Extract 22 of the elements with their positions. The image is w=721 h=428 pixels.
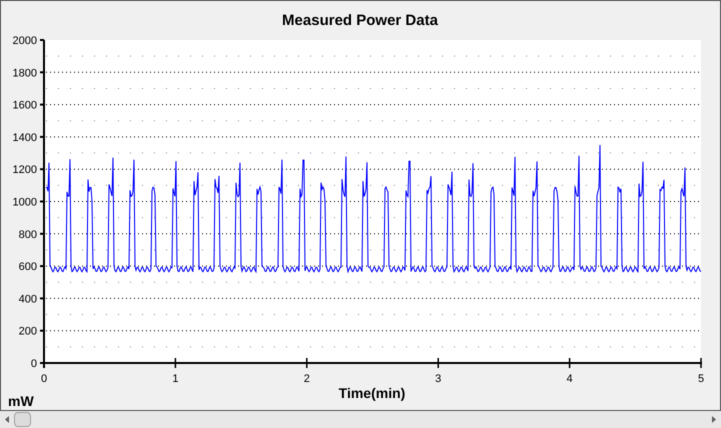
- horizontal-scrollbar[interactable]: [0, 411, 721, 428]
- y-tick-label: 1800: [12, 67, 37, 80]
- y-tick-label: 0: [30, 358, 37, 370]
- x-tick-label: 5: [698, 373, 704, 385]
- x-tick-label: 4: [566, 373, 573, 385]
- y-tick-label: 400: [18, 293, 37, 306]
- x-tick-label: 3: [435, 373, 442, 385]
- y-tick-label: 1600: [12, 100, 37, 112]
- y-tick-label: 200: [18, 326, 37, 338]
- y-tick-label: 800: [18, 228, 37, 241]
- y-tick-label: 2000: [12, 35, 37, 47]
- y-tick-label: 600: [18, 261, 37, 274]
- x-tick-label: 1: [172, 373, 178, 385]
- x-tick-label: 0: [40, 373, 48, 385]
- scrollbar-thumb[interactable]: [14, 412, 31, 427]
- y-tick-label: 1400: [12, 132, 37, 144]
- x-axis-label: Time(min): [338, 385, 406, 401]
- x-tick-label: 2: [304, 373, 310, 385]
- y-tick-label: 1000: [12, 196, 37, 208]
- y-axis-unit: mW: [8, 393, 34, 409]
- chart-title: Measured Power Data: [282, 12, 438, 29]
- y-tick-label: 1200: [12, 164, 37, 176]
